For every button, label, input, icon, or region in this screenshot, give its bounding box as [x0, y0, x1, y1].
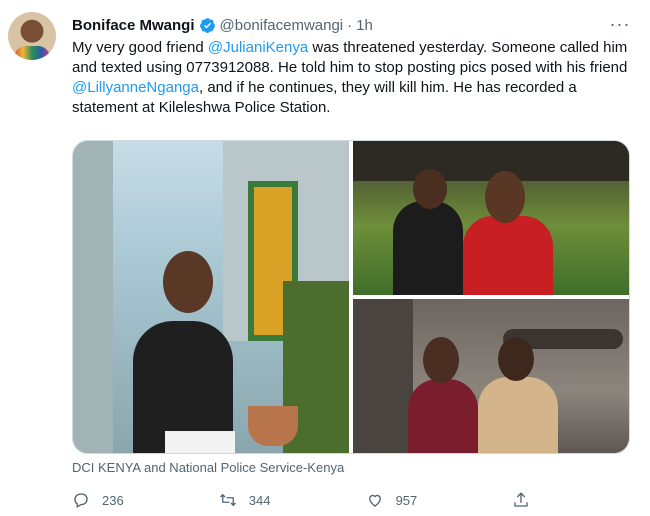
- like-button[interactable]: 957: [366, 491, 513, 509]
- photo-couple-indoors[interactable]: [353, 299, 629, 453]
- author-handle[interactable]: @bonifacemwangi: [220, 17, 344, 34]
- avatar[interactable]: [8, 12, 56, 60]
- mention-link[interactable]: @JulianiKenya: [208, 39, 308, 56]
- tweet-actions: 236 344 957: [72, 488, 552, 512]
- photo-man-outside-police-station[interactable]: [73, 141, 349, 453]
- retweet-button[interactable]: 344: [219, 491, 366, 509]
- media-caption[interactable]: DCI KENYA and National Police Service-Ke…: [72, 460, 344, 475]
- verified-badge-icon: [199, 17, 216, 34]
- mention-link[interactable]: @LillyanneNganga: [72, 79, 199, 96]
- reply-count: 236: [102, 492, 124, 508]
- tweet-time[interactable]: 1h: [356, 17, 373, 34]
- reply-icon: [74, 493, 88, 508]
- tweet-header: Boniface Mwangi @bonifacemwangi · 1h: [72, 14, 590, 36]
- share-button[interactable]: [512, 491, 552, 509]
- tweet-text: My very good friend @JulianiKenya was th…: [72, 38, 632, 118]
- avatar-shirt: [14, 46, 50, 60]
- photo-couple-garden[interactable]: [353, 141, 629, 295]
- media-grid: [72, 140, 630, 454]
- heart-icon: [368, 494, 381, 507]
- author-name[interactable]: Boniface Mwangi: [72, 17, 195, 34]
- retweet-count: 344: [248, 492, 271, 508]
- retweet-icon: [219, 493, 236, 507]
- tweet-text-part: My very good friend: [72, 39, 208, 56]
- more-options-icon[interactable]: ···: [610, 14, 630, 34]
- like-count: 957: [395, 492, 418, 508]
- separator-dot: ·: [347, 16, 353, 34]
- reply-button[interactable]: 236: [72, 491, 219, 509]
- share-icon: [514, 492, 529, 507]
